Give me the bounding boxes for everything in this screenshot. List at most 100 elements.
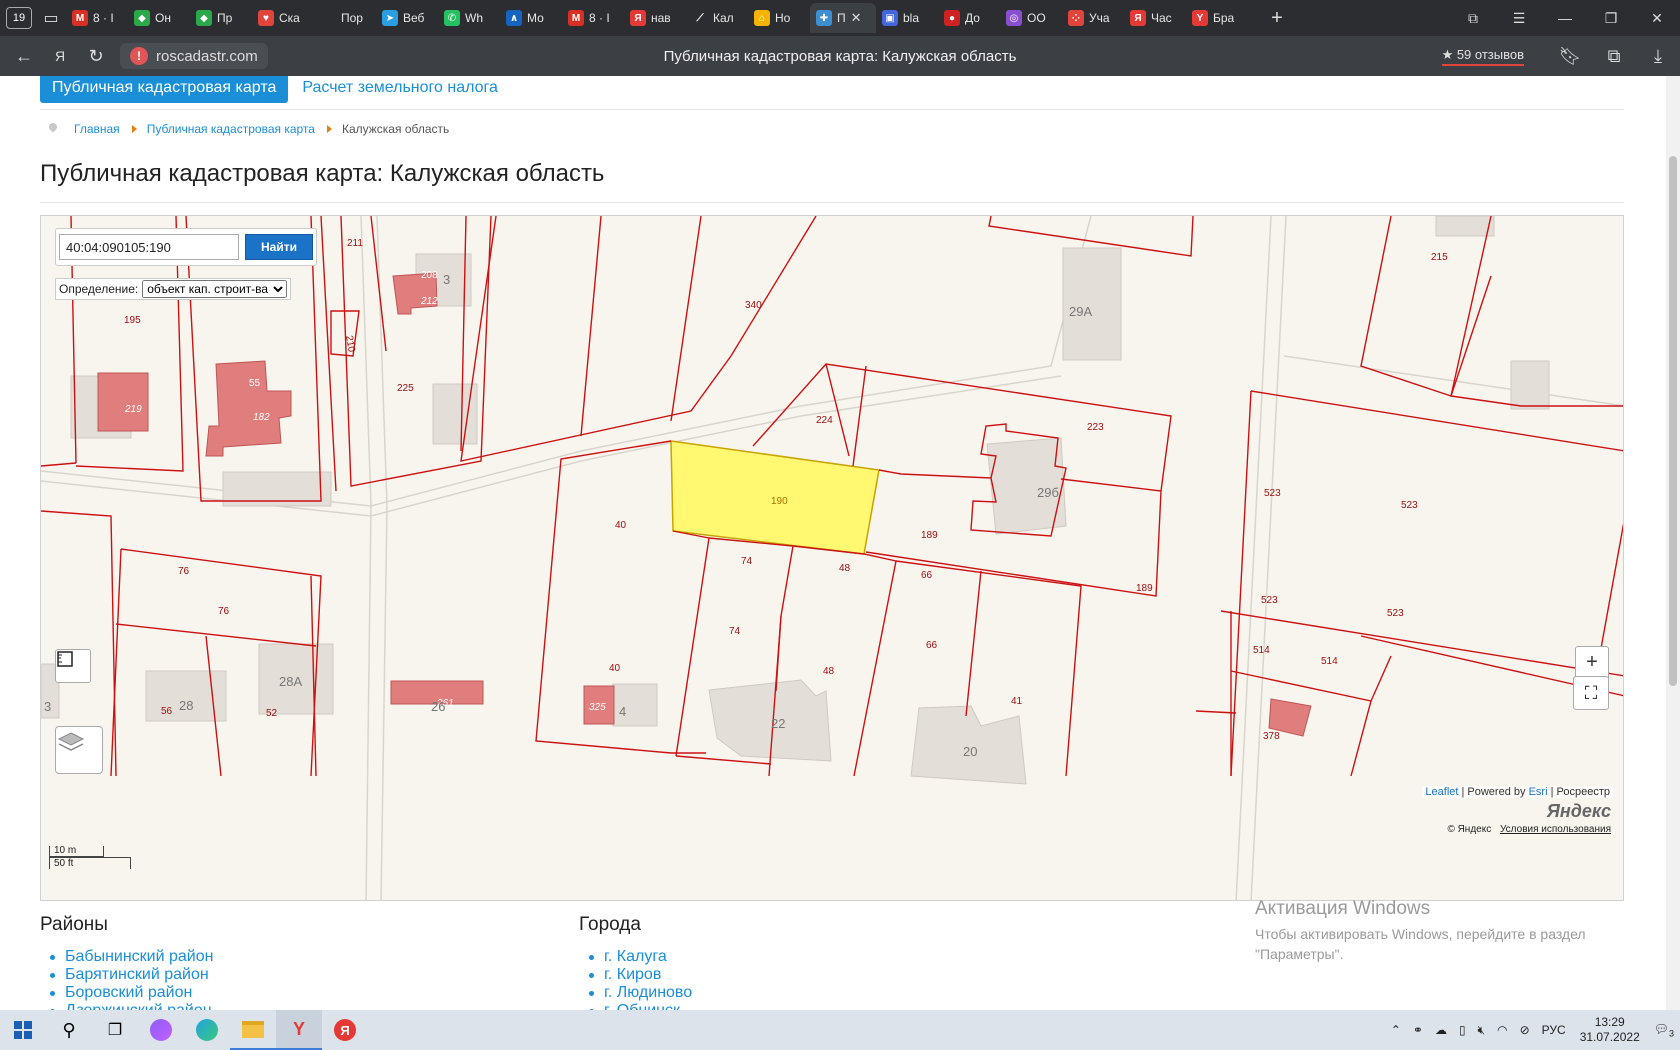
- browser-tab[interactable]: ▣ bla: [876, 3, 938, 33]
- reload-button[interactable]: ↻: [78, 38, 114, 74]
- edge-icon[interactable]: [184, 1010, 230, 1050]
- cadastral-map[interactable]: 211 195 225 340 224 223 190 40 189 74 48…: [40, 215, 1624, 901]
- new-tab-button[interactable]: +: [1262, 3, 1292, 33]
- browser-tab[interactable]: ◆ Пр: [190, 3, 252, 33]
- cities-list-item[interactable]: г. Людиново: [579, 984, 692, 1002]
- svg-text:523: 523: [1401, 500, 1418, 511]
- insecure-warning-icon[interactable]: !: [130, 47, 148, 65]
- reviews-badge[interactable]: ★ 59 отзывов: [1441, 47, 1524, 66]
- leaflet-link[interactable]: Leaflet: [1425, 786, 1458, 798]
- search-icon[interactable]: ⚲: [46, 1010, 92, 1050]
- yandex-terms-link[interactable]: Условия использования: [1500, 824, 1611, 835]
- file-explorer-icon[interactable]: [230, 1010, 276, 1050]
- bookmark-icon[interactable]: 🔖︎: [1548, 38, 1592, 74]
- districts-list-item[interactable]: Барятинский район: [40, 966, 216, 984]
- notifications-icon[interactable]: 💬︎3: [1648, 1022, 1680, 1038]
- restore-button[interactable]: ❐: [1588, 0, 1634, 36]
- cadastral-number-input[interactable]: [59, 234, 239, 260]
- road-lines: [41, 216, 1623, 900]
- browser-tab[interactable]: ◎ ОО: [1000, 3, 1062, 33]
- wifi-icon[interactable]: ◠: [1491, 1023, 1513, 1037]
- esri-link[interactable]: Esri: [1529, 786, 1548, 798]
- browser-tab[interactable]: M 8 · I: [562, 3, 624, 33]
- breadcrumb-home[interactable]: Главная: [74, 122, 120, 136]
- clock-date: 31.07.2022: [1579, 1030, 1640, 1044]
- tab-favicon-icon: ✚: [816, 10, 832, 26]
- browser-tab[interactable]: Янав: [624, 3, 686, 33]
- svg-text:41: 41: [1011, 696, 1023, 707]
- close-window-button[interactable]: ✕: [1634, 0, 1680, 36]
- fullscreen-icon: ⛶: [1584, 682, 1598, 703]
- nav-cadastral-map[interactable]: Публичная кадастровая карта: [40, 76, 289, 103]
- svg-text:48: 48: [839, 563, 851, 574]
- page-scrollbar[interactable]: [1666, 76, 1680, 1010]
- device-icon[interactable]: ▯: [1453, 1023, 1472, 1037]
- volume-muted-icon[interactable]: 🔇︎: [1472, 1023, 1492, 1038]
- browser-tab[interactable]: ♥ Ска: [252, 3, 314, 33]
- alice-icon[interactable]: [138, 1010, 184, 1050]
- cities-list-item[interactable]: г. Киров: [579, 966, 692, 984]
- menu-icon[interactable]: ☰: [1496, 0, 1542, 36]
- tab-label: Пор: [341, 11, 363, 25]
- browser-tab[interactable]: Я Час: [1124, 3, 1186, 33]
- browser-tab[interactable]: M 8 · I: [66, 3, 128, 33]
- map-canvas[interactable]: 211 195 225 340 224 223 190 40 189 74 48…: [41, 216, 1624, 901]
- tab-count-badge[interactable]: 19: [6, 7, 32, 29]
- browser-tab[interactable]: ⁘ Уча: [1062, 3, 1124, 33]
- reader-mode-icon[interactable]: ⧉: [1592, 38, 1636, 74]
- breadcrumb-map[interactable]: Публичная кадастровая карта: [147, 122, 315, 136]
- cloud-icon[interactable]: ☁: [1429, 1023, 1453, 1037]
- tab-favicon-icon: ◆: [134, 10, 150, 26]
- browser-tab[interactable]: ✆ Wh: [438, 3, 500, 33]
- back-button[interactable]: ←: [6, 38, 42, 74]
- fullscreen-button[interactable]: ⛶: [1573, 676, 1609, 710]
- yandex-copyright: © Яндекс Условия использования: [1447, 824, 1611, 835]
- tab-strip: M8 · I ◆ Он ◆ Пр ♥ Ска Пор ➤ Веб ✆ Wh ∧ Мо M 8 · I Янав ⟋…: [66, 3, 1248, 33]
- url-text: roscadastr.com: [156, 47, 258, 65]
- language-indicator[interactable]: РУС: [1536, 1023, 1572, 1037]
- tray-chevron-icon[interactable]: ⌃: [1385, 1023, 1407, 1037]
- browser-tab[interactable]: ∧ Мо: [500, 3, 562, 33]
- districts-list-item[interactable]: Бабынинский район: [40, 948, 216, 966]
- browser-tab[interactable]: Пор: [314, 3, 376, 33]
- browser-tab[interactable]: ◆ Он: [128, 3, 190, 33]
- browser-tab[interactable]: ● До: [938, 3, 1000, 33]
- browser-tab[interactable]: ➤ Веб: [376, 3, 438, 33]
- browser-tab[interactable]: ⟋ Кал: [686, 3, 748, 33]
- yandex-browser-icon[interactable]: Y: [276, 1010, 322, 1050]
- measure-ruler-button[interactable]: [55, 649, 91, 683]
- zoom-in-button[interactable]: +: [1576, 647, 1608, 677]
- minimize-button[interactable]: —: [1542, 0, 1588, 36]
- cities-list-item[interactable]: г. Обнинск: [579, 1002, 692, 1010]
- definition-select[interactable]: объект кап. строит-ва: [142, 280, 288, 298]
- browser-tab[interactable]: Y Бра: [1186, 3, 1248, 33]
- districts-list-item[interactable]: Боровский район: [40, 984, 216, 1002]
- districts-list-item[interactable]: Дзержинский район: [40, 1002, 216, 1010]
- cadastral-search-panel: Найти: [55, 228, 317, 266]
- downloads-icon[interactable]: ⤓: [1636, 38, 1680, 74]
- network-share-icon[interactable]: ⚭: [1407, 1023, 1429, 1037]
- bookmarks-panel-icon[interactable]: ⧉: [1450, 0, 1496, 36]
- tab-favicon-icon: M: [72, 10, 88, 26]
- clock[interactable]: 13:29 31.07.2022: [1572, 1015, 1648, 1045]
- scrollbar-thumb[interactable]: [1669, 156, 1677, 686]
- yandex-icon[interactable]: Я: [322, 1010, 368, 1050]
- tab-close-icon[interactable]: ✕: [851, 10, 862, 26]
- location-pin-icon: [48, 123, 58, 135]
- start-button[interactable]: [0, 1010, 46, 1050]
- no-network-icon[interactable]: ⊘: [1514, 1023, 1536, 1037]
- browser-tab[interactable]: ✚ П ✕: [810, 3, 876, 33]
- nav-land-tax[interactable]: Расчет земельного налога: [288, 76, 512, 100]
- layers-button[interactable]: [55, 726, 103, 774]
- yandex-home-icon[interactable]: Я: [42, 38, 78, 74]
- task-view-icon[interactable]: ❐: [92, 1010, 138, 1050]
- search-button[interactable]: Найти: [245, 234, 313, 260]
- svg-text:76: 76: [218, 606, 230, 617]
- tab-label: 8 · I: [589, 11, 610, 25]
- tabs-manager-icon[interactable]: ▭: [36, 3, 66, 33]
- tab-favicon-icon: ▣: [882, 10, 898, 26]
- url-field[interactable]: ! roscadastr.com: [120, 43, 268, 69]
- cities-list-item[interactable]: г. Калуга: [579, 948, 692, 966]
- browser-tab[interactable]: ⌂ Но: [748, 3, 810, 33]
- tab-label: Ска: [279, 11, 300, 25]
